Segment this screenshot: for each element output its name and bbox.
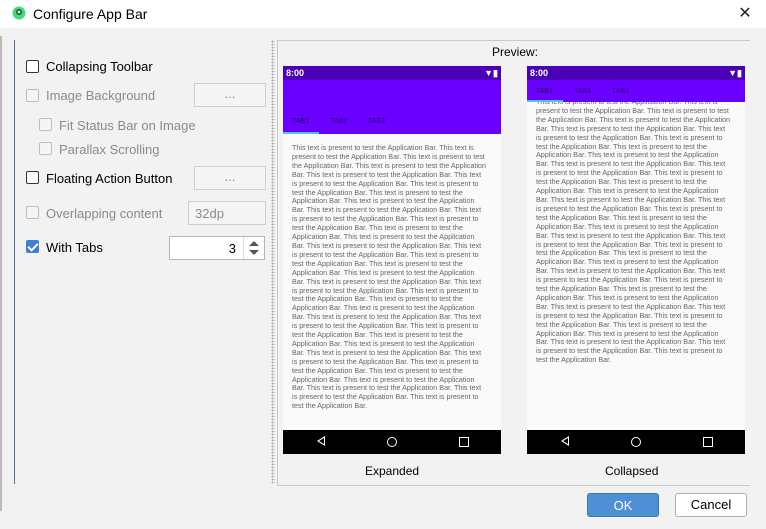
title-bar: Configure App Bar ✕	[0, 0, 766, 28]
options-panel: Collapsing Toolbar Image Background ... …	[14, 40, 270, 484]
recents-icon	[703, 437, 713, 447]
expanded-caption: Expanded	[365, 464, 420, 478]
status-bar: 8:00 ▼▮	[527, 66, 745, 80]
image-background-browse-button[interactable]: ...	[194, 83, 266, 107]
image-background-checkbox[interactable]	[26, 89, 39, 102]
tab-count-spinner[interactable]: 3	[169, 236, 265, 260]
parallax-scrolling-label: Parallax Scrolling	[59, 142, 160, 157]
close-icon[interactable]: ✕	[736, 5, 754, 23]
floating-action-button-checkbox[interactable]	[26, 171, 39, 184]
home-icon	[387, 437, 397, 447]
back-icon	[317, 436, 325, 446]
cancel-button[interactable]: Cancel	[675, 493, 747, 517]
expanded-preview: 8:00 ▼▮ TAB1 TAB2 TAB3 This text is pres…	[283, 66, 501, 454]
fit-status-bar-label: Fit Status Bar on Image	[59, 118, 196, 133]
tab-count-value: 3	[228, 241, 236, 256]
tab-3: TAB3	[612, 88, 629, 95]
with-tabs-checkbox[interactable]	[26, 240, 39, 253]
collapsed-caption: Collapsed	[605, 464, 659, 478]
wifi-battery-icon: ▼▮	[728, 68, 742, 78]
android-icon	[12, 6, 26, 20]
app-bar-expanded: TAB1 TAB2 TAB3	[283, 80, 501, 134]
overlapping-content-label: Overlapping content	[46, 206, 163, 221]
back-icon	[561, 436, 569, 446]
tab-1: TAB1	[536, 88, 553, 95]
image-background-label: Image Background	[46, 88, 156, 103]
fit-status-bar-checkbox[interactable]	[39, 118, 52, 131]
collapsing-toolbar-label: Collapsing Toolbar	[46, 59, 153, 74]
spinner-arrows[interactable]	[243, 237, 264, 259]
overlapping-content-input[interactable]: 32dp	[188, 201, 266, 225]
nav-bar	[283, 430, 501, 454]
window-title: Configure App Bar	[33, 6, 148, 22]
status-bar: 8:00 ▼▮	[283, 66, 501, 80]
with-tabs-label: With Tabs	[46, 240, 103, 255]
window-edge	[0, 36, 2, 511]
overlapping-content-checkbox[interactable]	[26, 206, 39, 219]
expanded-body-text: This text is present to test the Applica…	[292, 144, 487, 411]
nav-bar	[527, 430, 745, 454]
preview-label: Preview:	[492, 45, 539, 59]
app-bar-collapsed: TAB1 TAB2 TAB3	[527, 80, 745, 102]
spinner-down-icon[interactable]	[249, 250, 259, 255]
floating-action-button-label: Floating Action Button	[46, 171, 173, 186]
wifi-battery-icon: ▼▮	[484, 68, 498, 78]
home-icon	[631, 437, 641, 447]
collapsed-body-text: This text is present to test the Applica…	[536, 98, 731, 365]
spinner-up-icon[interactable]	[249, 241, 259, 246]
panel-splitter[interactable]	[271, 40, 275, 484]
parallax-scrolling-checkbox[interactable]	[39, 142, 52, 155]
status-time: 8:00	[530, 68, 549, 78]
floating-action-button-browse-button[interactable]: ...	[194, 166, 266, 190]
ok-button[interactable]: OK	[587, 493, 659, 517]
tab-2: TAB2	[330, 118, 347, 125]
tab-indicator	[283, 132, 319, 134]
collapsing-toolbar-checkbox[interactable]	[26, 60, 39, 73]
tab-1: TAB1	[292, 118, 309, 125]
tab-indicator	[527, 100, 563, 102]
tab-3: TAB3	[368, 118, 385, 125]
recents-icon	[459, 437, 469, 447]
tab-2: TAB2	[574, 88, 591, 95]
collapsed-preview: This text is present to test the Applica…	[527, 66, 745, 454]
status-time: 8:00	[286, 68, 305, 78]
